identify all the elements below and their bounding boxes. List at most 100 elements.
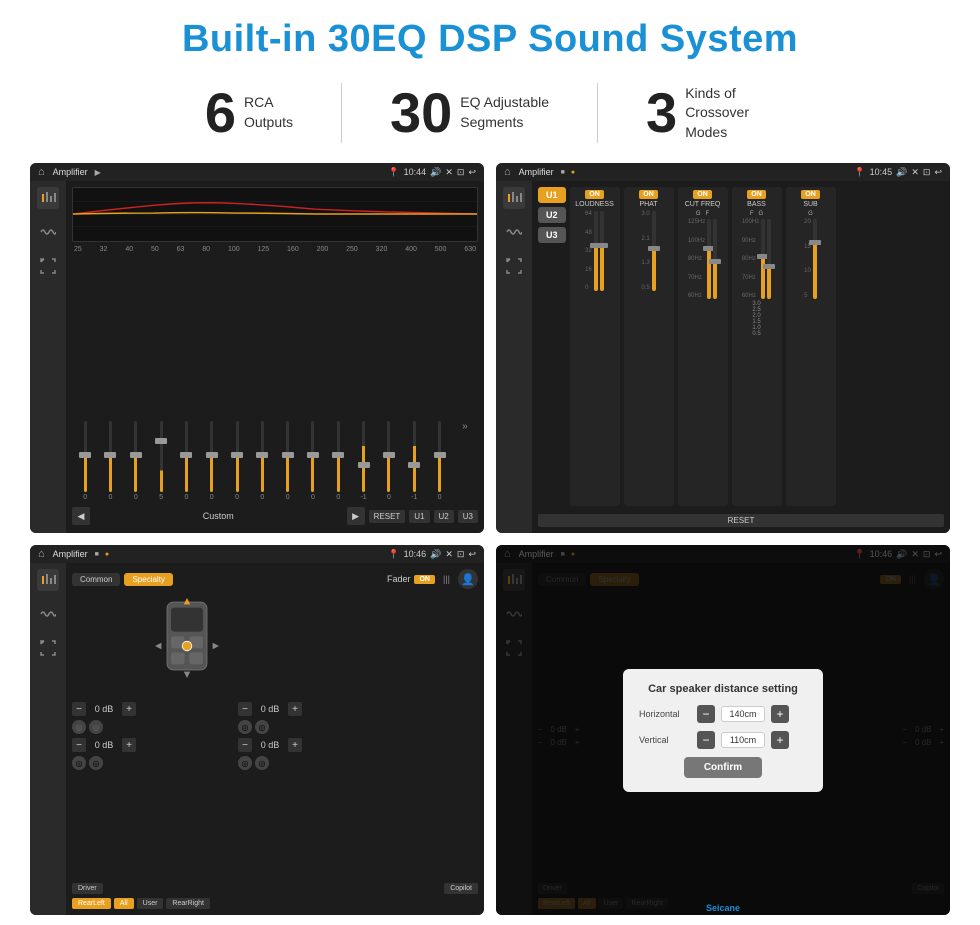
ch-cutfreq-on[interactable]: ON xyxy=(693,190,712,199)
play-icon-1[interactable]: ▶ xyxy=(95,168,101,177)
eq-slider-1[interactable]: 0 xyxy=(99,421,121,501)
vol-fl-plus[interactable]: + xyxy=(122,702,136,716)
expand-icon-2[interactable] xyxy=(503,255,525,277)
eq-slider-3[interactable]: 5 xyxy=(150,421,172,501)
vol-rr-plus[interactable]: + xyxy=(288,738,302,752)
dialog-vertical-label: Vertical xyxy=(639,735,691,745)
stat-eq-desc: EQ Adjustable Segments xyxy=(460,93,549,132)
home-icon-1[interactable]: ⌂ xyxy=(38,166,45,178)
ch-loudness-slider[interactable]: 644832160 xyxy=(585,211,604,291)
wave-icon-1[interactable] xyxy=(37,221,59,243)
home-icon-2[interactable]: ⌂ xyxy=(504,166,511,178)
fader-diagram xyxy=(142,593,232,683)
eq-slider-12[interactable]: 0 xyxy=(378,421,400,501)
eq-slider-11[interactable]: -1 xyxy=(352,421,374,501)
eq-custom-label: Custom xyxy=(94,511,343,521)
eq-reset-btn[interactable]: RESET xyxy=(369,510,406,523)
wave-icon-2[interactable] xyxy=(503,221,525,243)
eq-slider-4[interactable]: 0 xyxy=(175,421,197,501)
preset-driver-3[interactable]: Driver xyxy=(72,883,103,894)
preset-user-3[interactable]: User xyxy=(137,898,164,909)
eq-slider-5[interactable]: 0 xyxy=(201,421,223,501)
eq-slider-0[interactable]: 0 xyxy=(74,421,96,501)
eq-slider-8[interactable]: 0 xyxy=(277,421,299,501)
ch-phat-on[interactable]: ON xyxy=(639,190,658,199)
amp-reset-btn[interactable]: RESET xyxy=(538,514,944,527)
x-icon-1[interactable]: ✕ xyxy=(445,167,453,178)
back-icon-3[interactable]: ↩ xyxy=(468,549,476,560)
fader-on-btn-3[interactable]: ON xyxy=(414,575,435,584)
dialog-horizontal-plus[interactable]: + xyxy=(771,705,789,723)
expand-icon-1[interactable] xyxy=(37,255,59,277)
eq-prev-btn[interactable]: ◀ xyxy=(72,507,90,525)
eq-slider-13[interactable]: -1 xyxy=(403,421,425,501)
screen3-sidebar xyxy=(30,563,66,915)
vol-rl-minus[interactable]: − xyxy=(72,738,86,752)
tab-common-3[interactable]: Common xyxy=(72,573,120,586)
expand-icon-3[interactable] xyxy=(37,637,59,659)
preset-rearleft-3[interactable]: RearLeft xyxy=(72,898,111,909)
ch-strip-bass: ON BASS F G 100Hz90Hz80Hz70Hz60Hz 3.02.5… xyxy=(732,187,782,506)
screen3-fader-body: Common Specialty Fader ON ||| 👤 − xyxy=(66,563,484,915)
dialog-vertical-plus[interactable]: + xyxy=(771,731,789,749)
tab-specialty-3[interactable]: Specialty xyxy=(124,573,172,586)
screen3-title: Amplifier xyxy=(53,549,88,559)
speaker-icon-2: 🔊 xyxy=(896,167,907,178)
eq-slider-10[interactable]: 0 xyxy=(327,421,349,501)
eq-slider-6[interactable]: 0 xyxy=(226,421,248,501)
window-icon-1[interactable]: ⊡ xyxy=(457,167,465,178)
vol-fr-plus[interactable]: + xyxy=(288,702,302,716)
window-icon-3[interactable]: ⊡ xyxy=(457,549,465,560)
ch-u2-btn[interactable]: U2 xyxy=(538,207,566,223)
status-bar-2: ⌂ Amplifier ■ ● 📍 10:45 🔊 ✕ ⊡ ↩ xyxy=(496,163,950,181)
x-icon-2[interactable]: ✕ xyxy=(911,167,919,178)
rec-icon-3: ■ xyxy=(95,551,99,558)
eq-slider-9[interactable]: 0 xyxy=(302,421,324,501)
eq-slider-7[interactable]: 0 xyxy=(251,421,273,501)
vol-fr-minus[interactable]: − xyxy=(238,702,252,716)
dialog-horizontal-minus[interactable]: − xyxy=(697,705,715,723)
ch-cutfreq-slider[interactable]: 125Hz100Hz80Hz70Hz60Hz xyxy=(688,219,717,299)
eq-icon-1[interactable] xyxy=(37,187,59,209)
eq-next-btn[interactable]: ▶ xyxy=(347,507,365,525)
status-icons-1: 📍 10:44 🔊 ✕ ⊡ ↩ xyxy=(388,167,476,178)
eq-u1-btn[interactable]: U1 xyxy=(409,510,429,523)
wave-icon-3[interactable] xyxy=(37,603,59,625)
eq-u2-btn[interactable]: U2 xyxy=(434,510,454,523)
preset-all-3[interactable]: All xyxy=(114,898,134,909)
location-icon-2: 📍 xyxy=(854,167,865,178)
ch-sub-slider[interactable]: 2015105 xyxy=(804,219,817,299)
back-icon-1[interactable]: ↩ xyxy=(468,167,476,178)
eq-u3-btn[interactable]: U3 xyxy=(458,510,478,523)
preset-rearright-3[interactable]: RearRight xyxy=(166,898,210,909)
dialog-vertical-minus[interactable]: − xyxy=(697,731,715,749)
channel-select: U1 U2 U3 xyxy=(538,187,566,506)
x-icon-3[interactable]: ✕ xyxy=(445,549,453,560)
spk-rr2-icon: ◎ xyxy=(255,756,269,770)
dialog-confirm-btn[interactable]: Confirm xyxy=(684,757,762,778)
ch-bass-on[interactable]: ON xyxy=(747,190,766,199)
eq-slider-14[interactable]: 0 xyxy=(428,421,450,501)
status-icons-3: 📍 10:46 🔊 ✕ ⊡ ↩ xyxy=(388,549,476,560)
vol-rr-minus[interactable]: − xyxy=(238,738,252,752)
screen3-time: 10:46 xyxy=(404,549,427,559)
person-icon-3[interactable]: 👤 xyxy=(458,569,478,589)
vol-rl-plus[interactable]: + xyxy=(122,738,136,752)
eq-scroll-right[interactable]: » xyxy=(454,421,476,501)
window-icon-2[interactable]: ⊡ xyxy=(923,167,931,178)
ch-sub-on[interactable]: ON xyxy=(801,190,820,199)
vol-fl-minus[interactable]: − xyxy=(72,702,86,716)
screen-eq: ⌂ Amplifier ▶ 📍 10:44 🔊 ✕ ⊡ ↩ xyxy=(30,163,484,533)
location-icon-1: 📍 xyxy=(388,167,399,178)
back-icon-2[interactable]: ↩ xyxy=(934,167,942,178)
home-icon-3[interactable]: ⌂ xyxy=(38,548,45,560)
ch-u3-btn[interactable]: U3 xyxy=(538,227,566,243)
preset-copilot-3[interactable]: Copilot xyxy=(444,883,478,894)
eq-slider-2[interactable]: 0 xyxy=(125,421,147,501)
eq-icon-3[interactable] xyxy=(37,569,59,591)
ch-bass-slider[interactable]: 100Hz90Hz80Hz70Hz60Hz xyxy=(742,219,771,299)
ch-loudness-on[interactable]: ON xyxy=(585,190,604,199)
eq-icon-2[interactable] xyxy=(503,187,525,209)
ch-u1-btn[interactable]: U1 xyxy=(538,187,566,203)
ch-phat-slider[interactable]: 3.02.11.30.5 xyxy=(641,211,655,291)
